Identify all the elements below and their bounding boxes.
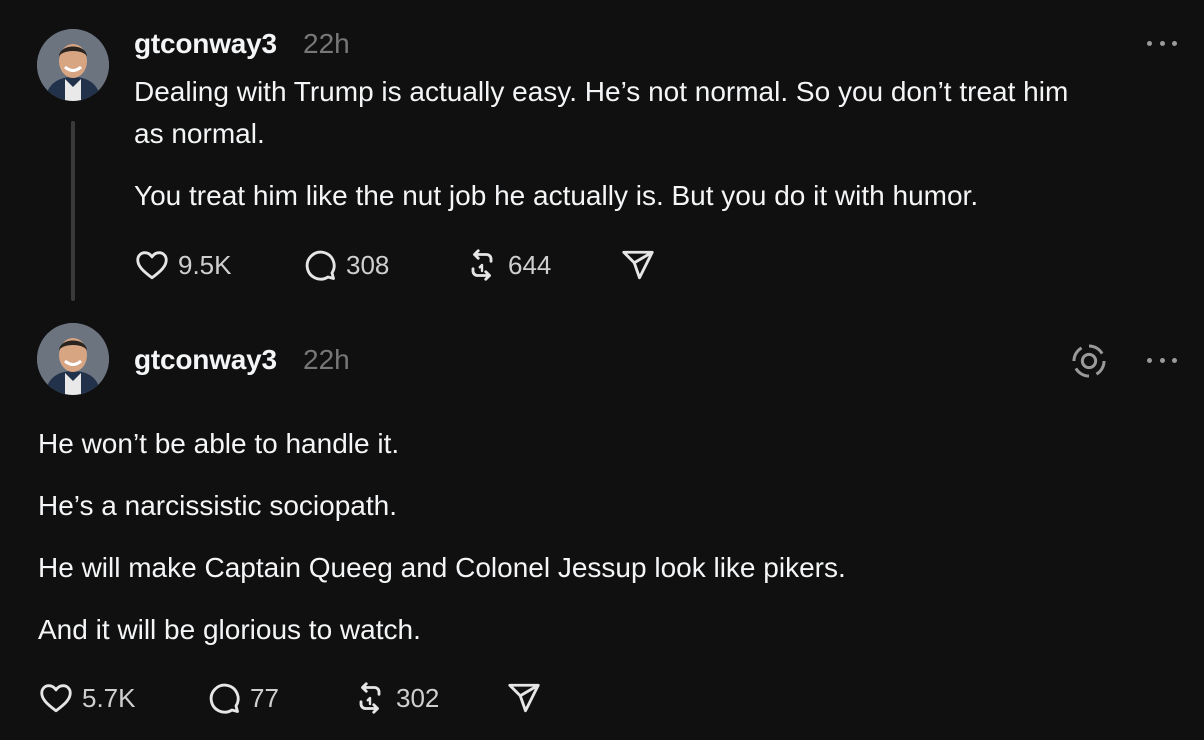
- post-time[interactable]: 22h: [303, 344, 350, 376]
- reply-count: 77: [250, 682, 279, 713]
- like-button[interactable]: 9.5K: [134, 245, 232, 285]
- reply-button[interactable]: 77: [206, 678, 279, 718]
- send-icon: [508, 683, 540, 713]
- post-text-line: You treat him like the nut job he actual…: [134, 180, 979, 211]
- post-text-line: He will make Captain Queeg and Colonel J…: [38, 552, 846, 583]
- post-text-line: And it will be glorious to watch.: [38, 614, 421, 645]
- like-count: 9.5K: [178, 249, 232, 280]
- more-button[interactable]: [1147, 33, 1177, 53]
- like-count: 5.7K: [82, 682, 136, 713]
- post-text-line: He won’t be able to handle it.: [38, 428, 400, 459]
- like-button[interactable]: 5.7K: [38, 678, 136, 718]
- share-button[interactable]: [506, 678, 542, 718]
- share-button[interactable]: [620, 245, 656, 285]
- thread-line: [71, 121, 75, 301]
- more-icon: [1147, 357, 1152, 363]
- avatar[interactable]: [37, 323, 109, 395]
- post-actions: 9.5K 308 644: [134, 245, 674, 285]
- comment-icon: [209, 683, 240, 714]
- post-text-line: He’s a narcissistic sociopath.: [38, 490, 397, 521]
- avatar[interactable]: [37, 29, 109, 101]
- author-name[interactable]: gtconway3: [134, 28, 277, 60]
- repost-count: 644: [508, 249, 552, 280]
- heart-icon: [40, 684, 72, 713]
- activity-ring-button[interactable]: [1070, 342, 1108, 385]
- more-button[interactable]: [1147, 350, 1177, 370]
- repost-icon: [471, 249, 493, 281]
- author-name[interactable]: gtconway3: [134, 344, 277, 376]
- repost-button[interactable]: 302: [352, 678, 439, 718]
- reply-button[interactable]: 308: [302, 245, 389, 285]
- comment-icon: [305, 250, 336, 281]
- repost-icon: [359, 682, 381, 714]
- avatar-image: [37, 29, 109, 101]
- more-icon: [1147, 40, 1152, 46]
- send-icon: [622, 250, 654, 280]
- post-text-line: as normal.: [134, 118, 265, 149]
- post-actions: 5.7K 77 302: [38, 678, 558, 718]
- heart-icon: [136, 251, 168, 280]
- post-time[interactable]: 22h: [303, 28, 350, 60]
- activity-ring-icon: [1072, 344, 1106, 378]
- reply-count: 308: [346, 249, 390, 280]
- repost-button[interactable]: 644: [464, 245, 551, 285]
- post-text-line: Dealing with Trump is actually easy. He’…: [134, 76, 1069, 107]
- avatar-image: [37, 323, 109, 395]
- repost-count: 302: [396, 682, 440, 713]
